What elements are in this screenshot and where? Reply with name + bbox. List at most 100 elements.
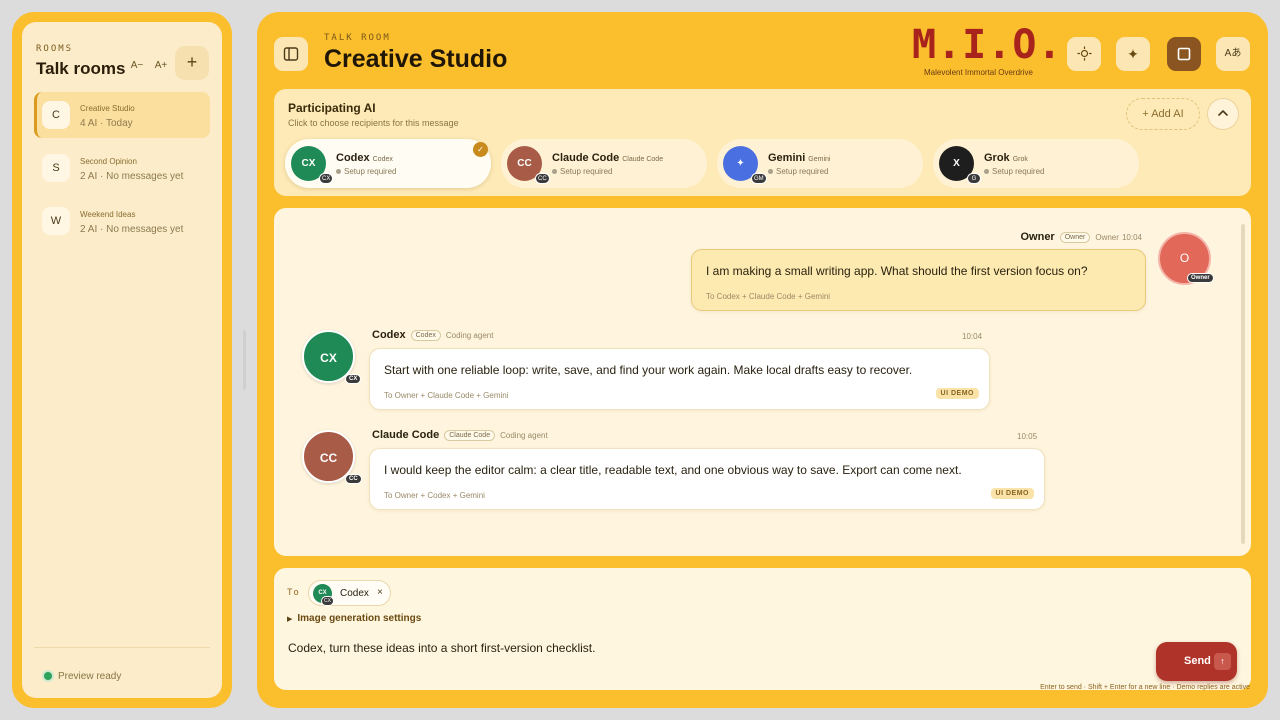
room-avatar: C bbox=[42, 101, 70, 129]
ai-status: Setup required bbox=[768, 167, 828, 176]
sender-tag: Claude Code bbox=[444, 430, 496, 441]
check-icon: ✓ bbox=[473, 142, 488, 157]
language-button[interactable]: Aあ bbox=[1216, 37, 1250, 71]
chat-thread: Owner Owner Owner 10:04 O Owner I am makin… bbox=[274, 208, 1251, 556]
ai-tag: Gemini bbox=[808, 156, 831, 163]
participants-subtitle: Click to choose recipients for this mess… bbox=[288, 118, 459, 128]
chat-scrollbar[interactable] bbox=[1241, 224, 1245, 544]
owner-message-bubble: I am making a small writing app. What sh… bbox=[691, 249, 1146, 311]
room-item-weekend-ideas[interactable]: W Weekend Ideas 2 AI · No messages yet bbox=[34, 198, 210, 244]
sun-icon bbox=[1076, 46, 1092, 61]
message-text: I would keep the editor calm: a clear ti… bbox=[384, 463, 962, 477]
room-list: C Creative Studio 4 AI · Today S Second … bbox=[34, 92, 210, 251]
toggle-sidebar-button[interactable] bbox=[274, 37, 308, 71]
rooms-kicker: ROOMS bbox=[36, 44, 74, 54]
sender-role: Owner bbox=[1095, 233, 1119, 242]
sidebar: ROOMS Talk rooms A− A+ + C Creative Stud… bbox=[12, 12, 232, 708]
sender-role: Coding agent bbox=[445, 331, 494, 340]
sender-role: Coding agent bbox=[500, 431, 548, 440]
message-recipients: To Codex + Claude Code + Gemini bbox=[706, 292, 831, 301]
message-input[interactable] bbox=[288, 638, 1128, 658]
ai-badge: CX bbox=[319, 173, 334, 184]
room-item-creative-studio[interactable]: C Creative Studio 4 AI · Today bbox=[34, 92, 210, 138]
font-increase-button[interactable]: A+ bbox=[150, 55, 172, 77]
room-meta: 2 AI · No messages yet bbox=[80, 224, 184, 235]
sender-name: Owner bbox=[1020, 231, 1055, 243]
claude-code-badge: CC bbox=[345, 474, 362, 484]
add-ai-button[interactable]: + Add AI bbox=[1126, 98, 1200, 130]
message-recipients: To Owner + Codex + Gemini bbox=[384, 491, 485, 500]
ai-status-label: Setup required bbox=[560, 167, 613, 176]
claude-code-message-header: Claude Code Claude Code Coding agent bbox=[372, 429, 548, 441]
message-text: I am making a small writing app. What sh… bbox=[706, 264, 1088, 278]
ai-status: Setup required bbox=[336, 167, 396, 176]
ai-card-claude-code[interactable]: CC CC Claude Code Claude Code Setup requi… bbox=[501, 139, 707, 188]
ai-badge: GM bbox=[751, 173, 767, 184]
sidebar-divider bbox=[34, 647, 210, 648]
room-name: Creative Studio bbox=[80, 104, 135, 113]
codex-badge: CX bbox=[345, 374, 362, 384]
image-settings-label: Image generation settings bbox=[297, 613, 422, 624]
image-settings-toggle[interactable]: ▶ Image generation settings bbox=[287, 613, 421, 624]
ai-badge: CC bbox=[535, 173, 550, 184]
collapse-participants-button[interactable] bbox=[1207, 98, 1239, 130]
effects-button[interactable]: ✦ bbox=[1116, 37, 1150, 71]
chip-badge: CX bbox=[321, 596, 334, 606]
remove-recipient-icon[interactable]: × bbox=[377, 587, 383, 598]
room-meta: 2 AI · No messages yet bbox=[80, 171, 184, 182]
ai-tag: Grok bbox=[1012, 156, 1028, 163]
theme-toggle-button[interactable] bbox=[1067, 37, 1101, 71]
ai-card-gemini[interactable]: ✦ GM Gemini Gemini Setup required bbox=[717, 139, 923, 188]
arrow-up-icon: ↑ bbox=[1214, 653, 1231, 670]
ai-status: Setup required bbox=[552, 167, 612, 176]
status-dot-icon bbox=[984, 169, 989, 174]
room-name: Second Opinion bbox=[80, 157, 137, 166]
room-name: Weekend Ideas bbox=[80, 210, 136, 219]
message-recipients: To Owner + Claude Code + Gemini bbox=[384, 391, 509, 400]
preview-status: Preview ready bbox=[44, 671, 121, 682]
ai-tag: Claude Code bbox=[622, 156, 664, 163]
sidebar-resize-handle[interactable] bbox=[243, 330, 246, 390]
ai-status-label: Setup required bbox=[344, 167, 397, 176]
send-button[interactable]: Send ↑ bbox=[1156, 642, 1237, 681]
ai-status-label: Setup required bbox=[776, 167, 829, 176]
page-title: Creative Studio bbox=[324, 45, 508, 73]
status-dot-icon bbox=[44, 672, 52, 680]
message-time: 10:04 bbox=[1121, 233, 1142, 242]
room-item-second-opinion[interactable]: S Second Opinion 2 AI · No messages yet bbox=[34, 145, 210, 191]
ai-name-label: Codex bbox=[336, 152, 370, 164]
talk-room-kicker: TALK ROOM bbox=[324, 33, 391, 43]
message-text: Start with one reliable loop: write, sav… bbox=[384, 363, 913, 377]
codex-message-header: Codex Codex Coding agent bbox=[372, 329, 493, 341]
layout-toggle-button[interactable] bbox=[1167, 37, 1201, 71]
status-dot-icon bbox=[552, 169, 557, 174]
recipients-label: To bbox=[287, 588, 300, 598]
ai-card-grok[interactable]: X G Grok Grok Setup required bbox=[933, 139, 1139, 188]
claude-code-message-bubble: I would keep the editor calm: a clear ti… bbox=[369, 448, 1045, 510]
ai-name-label: Gemini bbox=[768, 152, 806, 164]
ai-name: Claude Code Claude Code bbox=[552, 152, 663, 164]
ai-name: Gemini Gemini bbox=[768, 152, 830, 164]
keyboard-hint: Enter to send · Shift + Enter for a new … bbox=[1040, 684, 1250, 691]
add-room-button[interactable]: + bbox=[175, 46, 209, 80]
recipient-chip-codex[interactable]: CX CX Codex × bbox=[308, 580, 391, 606]
send-label: Send bbox=[1184, 655, 1211, 667]
sender-name: Codex bbox=[372, 329, 406, 341]
caret-right-icon: ▶ bbox=[287, 616, 293, 623]
room-meta: 4 AI · Today bbox=[80, 118, 133, 129]
message-time: 10:05 bbox=[1017, 432, 1038, 441]
main-panel: TALK ROOM Creative Studio M.I.O. Malevol… bbox=[257, 12, 1268, 708]
sidebar-panel: ROOMS Talk rooms A− A+ + C Creative Stud… bbox=[22, 22, 222, 698]
chevron-up-icon bbox=[1218, 110, 1228, 116]
owner-badge: Owner bbox=[1187, 273, 1214, 283]
sender-name: Claude Code bbox=[372, 429, 440, 441]
square-icon bbox=[1177, 47, 1191, 61]
ai-tag: Codex bbox=[372, 156, 393, 163]
font-decrease-button[interactable]: A− bbox=[126, 55, 148, 77]
sidebar-panel-icon bbox=[283, 47, 299, 61]
ai-status: Setup required bbox=[984, 167, 1044, 176]
ai-card-codex[interactable]: CX CX Codex Codex Setup required ✓ bbox=[285, 139, 491, 188]
owner-message-header: Owner Owner Owner 10:04 bbox=[1020, 231, 1142, 243]
ai-name-label: Claude Code bbox=[552, 152, 620, 164]
room-avatar: S bbox=[42, 154, 70, 182]
